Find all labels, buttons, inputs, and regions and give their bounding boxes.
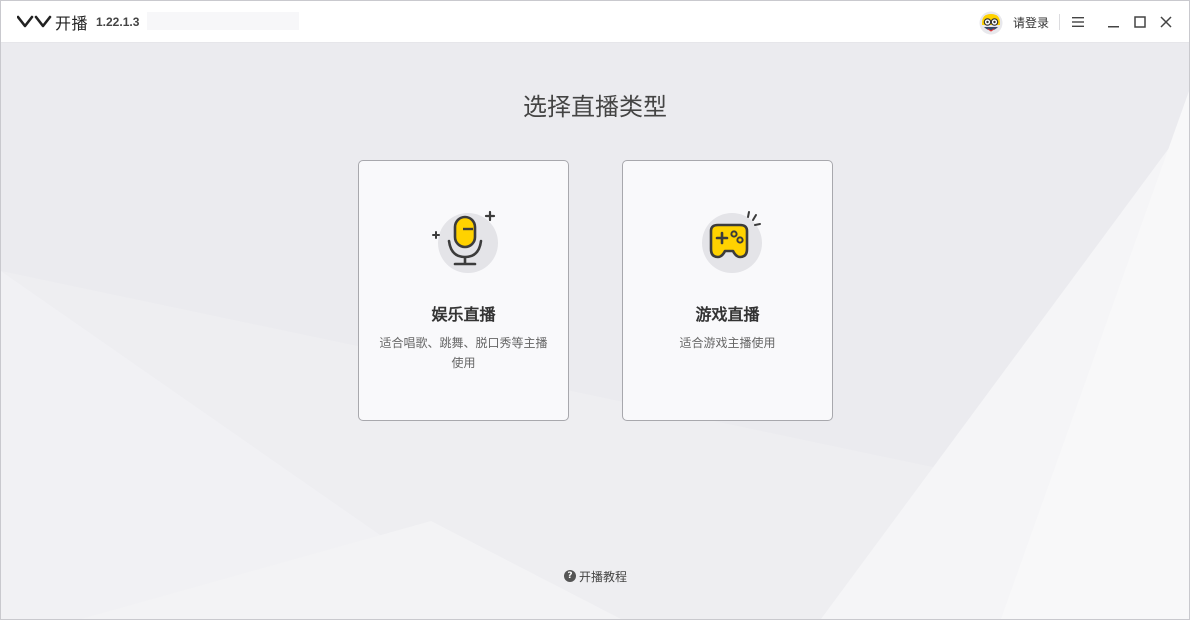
app-window: 开播 1.22.1.3 请登录 选择直播类型 娱乐直播 适合唱歌、跳舞、脱口秀等… [0,0,1190,620]
entertainment-live-card[interactable]: 娱乐直播 适合唱歌、跳舞、脱口秀等主播使用 [358,160,569,421]
minimize-icon [1108,26,1119,28]
version-info-strip [147,12,299,30]
maximize-icon [1134,16,1146,28]
microphone-icon [432,210,498,273]
maximize-button[interactable] [1130,12,1150,32]
tutorial-label: 开播教程 [579,569,628,584]
login-link[interactable]: 请登录 [1013,14,1049,31]
avatar[interactable] [979,11,1003,35]
game-live-card[interactable]: 游戏直播 适合游戏主播使用 [622,160,833,421]
hamburger-icon [1072,17,1084,27]
close-button[interactable] [1156,12,1176,32]
app-name: 开播 [55,14,89,33]
close-icon [1160,16,1172,28]
minimize-button[interactable] [1103,12,1123,32]
gamepad-icon [702,211,762,273]
title-bar: 开播 1.22.1.3 请登录 [1,1,1189,43]
card-title: 娱乐直播 [431,305,496,324]
yy-logo-icon [17,15,52,28]
help-icon: ? [564,570,576,582]
app-version: 1.22.1.3 [96,15,140,29]
card-title: 游戏直播 [695,305,760,324]
card-description: 适合游戏主播使用 [679,336,776,350]
card-description: 适合唱歌、跳舞、脱口秀等主播使用 [379,336,548,370]
tutorial-link[interactable]: ? 开播教程 [564,567,627,585]
page-title: 选择直播类型 [523,93,667,121]
titlebar-divider [1059,14,1060,30]
app-logo: 开播 [17,10,88,34]
menu-button[interactable] [1068,12,1088,32]
